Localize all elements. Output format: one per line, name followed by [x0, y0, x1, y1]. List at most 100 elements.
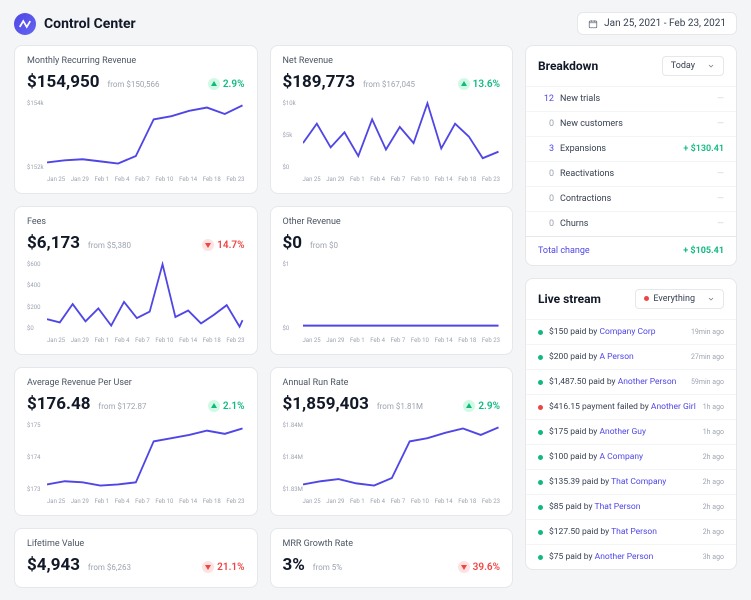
livestream-item[interactable]: $100 paid by A Company 2h ago [526, 444, 736, 469]
chart-xtick: Jan 25 [303, 176, 321, 183]
livestream-item[interactable]: $135.39 paid by That Company 2h ago [526, 469, 736, 494]
breakdown-total-label: Total change [538, 246, 590, 256]
breakdown-row[interactable]: 0Reactivations — [526, 161, 736, 186]
metric-chart [303, 261, 501, 331]
metric-title: Net Revenue [283, 56, 501, 66]
livestream-item[interactable]: $200 paid by A Person 27min ago [526, 344, 736, 369]
calendar-icon [588, 19, 598, 29]
livestream-entity-link[interactable]: A Person [599, 352, 633, 362]
breakdown-row-empty: — [717, 219, 724, 229]
metric-delta-value: 2.1% [223, 401, 245, 412]
status-dot-icon [538, 555, 543, 560]
chart-ytick: $0 [27, 325, 41, 332]
metric-card-arr[interactable]: Annual Run Rate $1,859,403 from $1.81M 2… [270, 367, 514, 516]
livestream-item[interactable]: $85 paid by That Person 2h ago [526, 494, 736, 519]
livestream-item[interactable]: $175 paid by Another Guy 1h ago [526, 419, 736, 444]
livestream-title: Live stream [538, 292, 601, 306]
chart-xtick: Feb 4 [115, 337, 130, 344]
breakdown-row[interactable]: 12New trials — [526, 86, 736, 111]
livestream-item[interactable]: $150 paid by Company Corp 19min ago [526, 319, 736, 344]
chart-xtick: Feb 4 [370, 498, 385, 505]
breakdown-row[interactable]: 0Contractions — [526, 186, 736, 211]
livestream-item[interactable]: $1,487.50 paid by Another Person 59min a… [526, 369, 736, 394]
chart-xtick: Feb 18 [203, 337, 221, 344]
arrow-up-icon [458, 78, 470, 90]
chart-ytick: $600 [27, 261, 41, 268]
livestream-entity-link[interactable]: That Person [611, 527, 657, 537]
livestream-entity-link[interactable]: Another Guy [599, 427, 646, 437]
chart-xtick: Feb 4 [115, 176, 130, 183]
page-title: Control Center [44, 16, 136, 32]
breakdown-row[interactable]: 0New customers — [526, 111, 736, 136]
metric-title: Average Revenue Per User [27, 378, 245, 388]
chart-ytick: $10k [283, 100, 296, 107]
livestream-time: 1h ago [703, 428, 724, 436]
metric-delta-value: 2.9% [223, 79, 245, 90]
arrow-down-icon [458, 561, 470, 573]
date-range-picker[interactable]: Jan 25, 2021 - Feb 23, 2021 [577, 12, 737, 35]
metric-from: from 5% [313, 563, 342, 572]
metric-delta-value: 2.9% [478, 401, 500, 412]
livestream-text: $127.50 paid by That Person [549, 527, 697, 537]
livestream-entity-link[interactable]: That Person [595, 502, 641, 512]
livestream-entity-link[interactable]: Another Girl [651, 402, 696, 412]
chart-ytick: $1 [283, 261, 290, 268]
chart-xtick: Jan 25 [303, 498, 321, 505]
breakdown-row-count: 3 [538, 144, 554, 154]
breakdown-panel: Breakdown Today 12New trials — 0New cust… [525, 45, 737, 266]
metric-card-ltv[interactable]: Lifetime Value $4,943 from $6,263 21.1% [14, 528, 258, 588]
livestream-time: 2h ago [703, 503, 724, 511]
breakdown-row[interactable]: 3Expansions + $130.41 [526, 136, 736, 161]
breakdown-range-value: Today [671, 61, 695, 71]
chart-xtick: Feb 7 [135, 176, 150, 183]
chart-xtick: Feb 10 [411, 498, 429, 505]
chart-xtick: Feb 18 [203, 498, 221, 505]
status-dot-icon [538, 430, 543, 435]
metric-card-other[interactable]: Other Revenue $0 from $0 $1$0 Jan 25Jan … [270, 206, 514, 355]
livestream-item[interactable]: $416.15 payment failed by Another Girl 1… [526, 394, 736, 419]
livestream-entity-link[interactable]: Another Person [595, 552, 654, 562]
metric-delta: 2.9% [208, 78, 245, 90]
livestream-filter-select[interactable]: Everything [635, 289, 724, 309]
metric-value: $0 [283, 233, 303, 253]
metric-from: from $6,263 [88, 563, 131, 572]
livestream-entity-link[interactable]: Another Person [618, 377, 677, 387]
metric-delta-value: 14.7% [217, 240, 244, 251]
livestream-item[interactable]: $127.50 paid by That Person 2h ago [526, 519, 736, 544]
livestream-item[interactable]: $75 paid by Another Person 3h ago [526, 544, 736, 569]
chart-xtick: Feb 7 [391, 337, 406, 344]
chart-xtick: Feb 10 [155, 337, 173, 344]
metric-chart [303, 100, 501, 170]
arrow-up-icon [208, 78, 220, 90]
metric-title: Monthly Recurring Revenue [27, 56, 245, 66]
breakdown-range-select[interactable]: Today [662, 56, 724, 76]
metric-value: $4,943 [27, 555, 80, 575]
breakdown-row-empty: — [717, 94, 724, 104]
chart-xtick: Feb 18 [458, 337, 476, 344]
metric-delta: 14.7% [202, 239, 244, 251]
breakdown-row-label: Reactivations [560, 169, 614, 179]
metric-title: Other Revenue [283, 217, 501, 227]
chart-xtick: Jan 29 [326, 176, 344, 183]
breakdown-row-count: 12 [538, 94, 554, 104]
breakdown-row[interactable]: 0Churns — [526, 211, 736, 236]
metric-card-arpu[interactable]: Average Revenue Per User $176.48 from $1… [14, 367, 258, 516]
breakdown-row-count: 0 [538, 119, 554, 129]
metric-card-net_rev[interactable]: Net Revenue $189,773 from $167,045 13.6%… [270, 45, 514, 194]
arrow-up-icon [463, 400, 475, 412]
livestream-time: 2h ago [703, 528, 724, 536]
metric-card-growth[interactable]: MRR Growth Rate 3% from 5% 39.6% [270, 528, 514, 588]
metric-card-mrr[interactable]: Monthly Recurring Revenue $154,950 from … [14, 45, 258, 194]
breakdown-title: Breakdown [538, 59, 598, 73]
livestream-entity-link[interactable]: A Company [599, 452, 643, 462]
metric-card-fees[interactable]: Fees $6,173 from $5,380 14.7% $600$400$2… [14, 206, 258, 355]
metric-from: from $172.87 [98, 402, 146, 411]
livestream-entity-link[interactable]: Company Corp [599, 327, 655, 337]
chart-ytick: $400 [27, 282, 41, 289]
livestream-entity-link[interactable]: That Company [611, 477, 666, 487]
chart-xtick: Feb 18 [203, 176, 221, 183]
breakdown-total-value: + $105.41 [683, 246, 724, 256]
chart-ytick: $0 [283, 164, 296, 171]
livestream-time: 19min ago [691, 328, 724, 336]
arrow-down-icon [202, 561, 214, 573]
